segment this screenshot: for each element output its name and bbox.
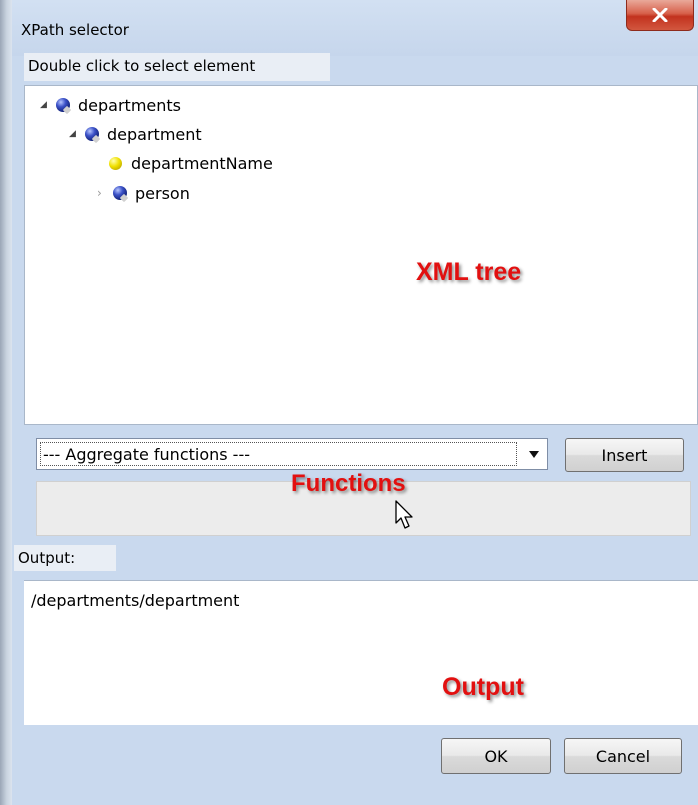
element-node-icon <box>113 186 127 200</box>
tree-node-label: person <box>135 183 190 203</box>
element-node-icon <box>56 98 70 112</box>
mouse-pointer-icon <box>395 500 413 529</box>
functions-annotation: Functions <box>291 470 406 497</box>
title-bar: XPath selector <box>12 0 698 56</box>
ok-button[interactable]: OK <box>441 738 551 774</box>
tree-node-departmentname[interactable]: departmentName <box>109 152 273 174</box>
attribute-node-icon <box>109 156 122 170</box>
dropdown-value: --- Aggregate functions --- <box>40 442 517 466</box>
xml-tree-annotation: XML tree <box>416 258 522 286</box>
output-label: Output: <box>14 545 116 571</box>
close-x-icon <box>652 8 668 22</box>
tree-node-departments[interactable]: ◢ departments <box>40 94 181 116</box>
tree-node-label: departments <box>78 95 181 115</box>
tree-node-label: departmentName <box>131 153 273 173</box>
window-title: XPath selector <box>21 21 129 39</box>
insert-button[interactable]: Insert <box>565 438 684 472</box>
background-strip <box>0 0 12 805</box>
collapsed-arrow-icon[interactable]: › <box>97 186 107 200</box>
tree-node-department[interactable]: ◢ department <box>69 123 202 145</box>
expanded-arrow-icon[interactable]: ◢ <box>40 100 50 110</box>
tree-instruction-label: Double click to select element <box>24 53 330 81</box>
tree-node-person[interactable]: › person <box>97 182 190 204</box>
cancel-button[interactable]: Cancel <box>564 738 682 774</box>
output-field[interactable]: /departments/department Output <box>24 580 698 725</box>
tree-node-label: department <box>107 124 202 144</box>
xml-tree[interactable]: ◢ departments ◢ department departmentNam… <box>24 85 698 425</box>
close-button[interactable] <box>626 0 694 31</box>
chevron-down-icon[interactable] <box>529 451 539 458</box>
output-annotation: Output <box>442 673 524 701</box>
expanded-arrow-icon[interactable]: ◢ <box>69 129 79 139</box>
element-node-icon <box>85 127 99 141</box>
aggregate-functions-dropdown[interactable]: --- Aggregate functions --- <box>36 438 548 470</box>
output-value: /departments/department <box>31 591 240 610</box>
xpath-selector-dialog: XPath selector Double click to select el… <box>12 0 698 805</box>
